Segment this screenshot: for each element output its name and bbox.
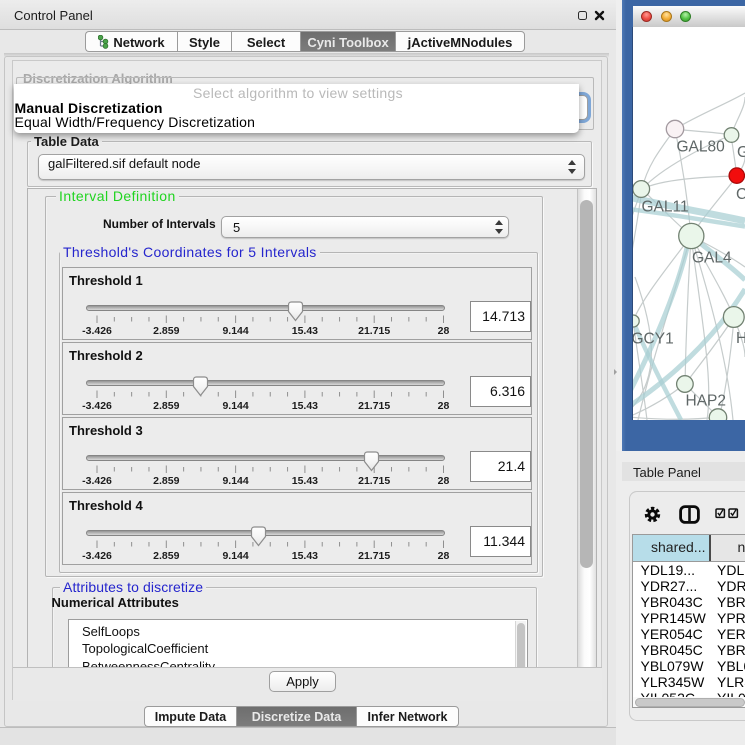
svg-text:HAP2: HAP2	[686, 393, 727, 410]
svg-text:GAL80: GAL80	[677, 139, 726, 156]
svg-text:H: H	[736, 330, 745, 347]
svg-text:C: C	[736, 186, 745, 203]
svg-text:GCY1: GCY1	[633, 331, 674, 348]
svg-text:GAL4: GAL4	[692, 250, 732, 267]
svg-text:GAL11: GAL11	[642, 199, 689, 216]
svg-text:GA: GA	[737, 144, 745, 161]
